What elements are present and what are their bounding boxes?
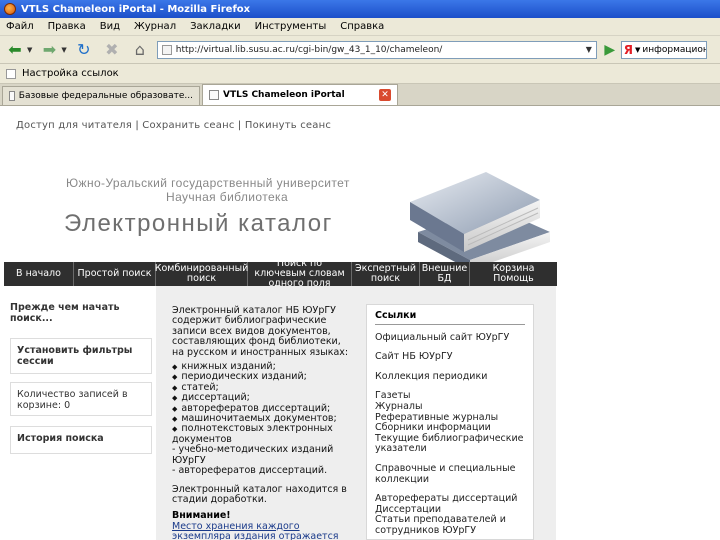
tab-bar: Базовые федеральные образовате... VTLS C…	[0, 84, 720, 106]
bookmark-item[interactable]: Настройка ссылок	[22, 68, 119, 79]
search-engine-dropdown-icon[interactable]: ▼	[635, 46, 640, 54]
menu-history[interactable]: Журнал	[134, 21, 176, 32]
url-dropdown-icon[interactable]: ▼	[582, 45, 596, 54]
page-viewport: Доступ для читателя | Сохранить сеанс | …	[0, 106, 720, 540]
link-bibliographies[interactable]: Текущие библиографические указатели	[375, 433, 525, 455]
navigation-toolbar: ⬅ ▼ ➡ ▼ ↻ ✖ ⌂ http://virtual.lib.susu.ac…	[0, 36, 720, 64]
url-input[interactable]: http://virtual.lib.susu.ac.ru/cgi-bin/gw…	[156, 40, 597, 59]
home-icon[interactable]: ⌂	[129, 39, 151, 61]
session-filters-link[interactable]: Установить фильтры сессии	[10, 338, 152, 374]
bookmarks-bar: Настройка ссылок	[0, 64, 720, 84]
book-logo-icon	[410, 172, 550, 270]
tab-page-icon	[9, 91, 15, 101]
page-title: Электронный каталог	[64, 210, 333, 237]
firefox-icon	[4, 3, 16, 15]
forward-dropdown-icon[interactable]: ▼	[61, 46, 66, 54]
link-reader-access[interactable]: Доступ для читателя	[16, 120, 132, 131]
link-periodicals[interactable]: Коллекция периодики	[375, 371, 525, 383]
link-staff-articles[interactable]: Статьи преподавателей и сотрудников ЮУрГ…	[375, 514, 525, 536]
link-library-site[interactable]: Сайт НБ ЮУрГУ	[375, 352, 525, 363]
menu-bookmarks[interactable]: Закладки	[190, 21, 241, 32]
link-special-collections[interactable]: Справочные и специальные коллекции	[375, 463, 525, 485]
left-intro: Прежде чем начать поиск...	[10, 302, 120, 324]
right-blank-area	[556, 286, 720, 540]
top-links: Доступ для читателя | Сохранить сеанс | …	[16, 120, 331, 131]
search-text[interactable]: информационные	[642, 45, 705, 55]
tab-federal[interactable]: Базовые федеральные образовате...	[2, 86, 200, 105]
list-subitem: - авторефератов диссертаций.	[172, 465, 328, 477]
link-university-site[interactable]: Официальный сайт ЮУрГУ	[375, 332, 525, 344]
menu-edit[interactable]: Правка	[48, 21, 86, 32]
nav-expert-search[interactable]: Экспертный поиск	[352, 262, 420, 286]
catalog-description: Электронный каталог НБ ЮУрГУ содержит би…	[172, 305, 352, 540]
note-text[interactable]: Место хранения каждого экземпляра издани…	[172, 521, 352, 540]
links-header: Ссылки	[375, 310, 525, 325]
close-tab-icon[interactable]: ✕	[379, 89, 391, 101]
link-save-session[interactable]: Сохранить сеанс	[142, 120, 234, 131]
main-navigation: В начало Простой поиск Комбинированный п…	[4, 259, 557, 289]
menu-view[interactable]: Вид	[100, 21, 120, 32]
separator: |	[237, 120, 245, 131]
nav-cart-help[interactable]: Корзина Помощь	[470, 262, 557, 286]
nav-combined-search[interactable]: Комбинированный поиск	[155, 262, 248, 286]
tab-page-icon	[209, 90, 219, 100]
nav-keyword-search[interactable]: Поиск по ключевым словам одного поля	[248, 259, 352, 289]
menu-file[interactable]: Файл	[6, 21, 34, 32]
nav-simple-search[interactable]: Простой поиск	[74, 262, 156, 286]
cart-count[interactable]: Количество записей в корзине: 0	[10, 382, 152, 416]
menu-tools[interactable]: Инструменты	[255, 21, 327, 32]
nav-home[interactable]: В начало	[4, 262, 74, 286]
link-journals[interactable]: Журналы	[375, 401, 525, 413]
search-input[interactable]: Я ▼ информационные	[620, 40, 707, 59]
list-item: полнотекстовых электронных документов	[172, 424, 352, 445]
nav-external-db[interactable]: Внешние БД	[420, 262, 470, 286]
list-subitem: - учебно-методических изданий ЮУрГУ	[172, 444, 334, 466]
window-title: VTLS Chameleon iPortal - Mozilla Firefox	[21, 3, 251, 15]
catalog-status: Электронный каталог находится в стадии д…	[172, 483, 347, 505]
link-leave-session[interactable]: Покинуть сеанс	[245, 120, 331, 131]
yandex-icon[interactable]: Я	[624, 43, 633, 57]
page-icon	[161, 44, 172, 55]
go-button-icon[interactable]: ▶	[599, 41, 621, 59]
catalog-intro: Электронный каталог НБ ЮУрГУ содержит би…	[172, 305, 349, 358]
document-types-list: книжных изданий; периодических изданий; …	[172, 361, 352, 477]
menu-help[interactable]: Справка	[340, 21, 384, 32]
window-titlebar: VTLS Chameleon iPortal - Mozilla Firefox	[0, 0, 720, 18]
bookmark-page-icon	[6, 68, 16, 79]
tab-chameleon[interactable]: VTLS Chameleon iPortal ✕	[202, 84, 398, 105]
university-name: Южно-Уральский государственный университ…	[66, 176, 350, 190]
forward-arrow-icon[interactable]: ➡	[38, 39, 60, 61]
reload-icon[interactable]: ↻	[73, 39, 95, 61]
url-text[interactable]: http://virtual.lib.susu.ac.ru/cgi-bin/gw…	[176, 45, 582, 55]
tab-label: VTLS Chameleon iPortal	[223, 90, 345, 100]
left-sidebar: Прежде чем начать поиск... Установить фи…	[4, 286, 154, 540]
menu-bar: Файл Правка Вид Журнал Закладки Инструме…	[0, 18, 720, 36]
back-arrow-icon[interactable]: ⬅	[4, 39, 26, 61]
back-dropdown-icon[interactable]: ▼	[27, 46, 32, 54]
library-name: Научная библиотека	[166, 190, 289, 204]
stop-icon[interactable]: ✖	[101, 39, 123, 61]
tab-label: Базовые федеральные образовате...	[18, 91, 193, 101]
search-history-link[interactable]: История поиска	[10, 426, 152, 454]
main-content: Электронный каталог НБ ЮУрГУ содержит би…	[156, 286, 556, 540]
links-panel: Ссылки Официальный сайт ЮУрГУ Сайт НБ ЮУ…	[366, 304, 534, 540]
